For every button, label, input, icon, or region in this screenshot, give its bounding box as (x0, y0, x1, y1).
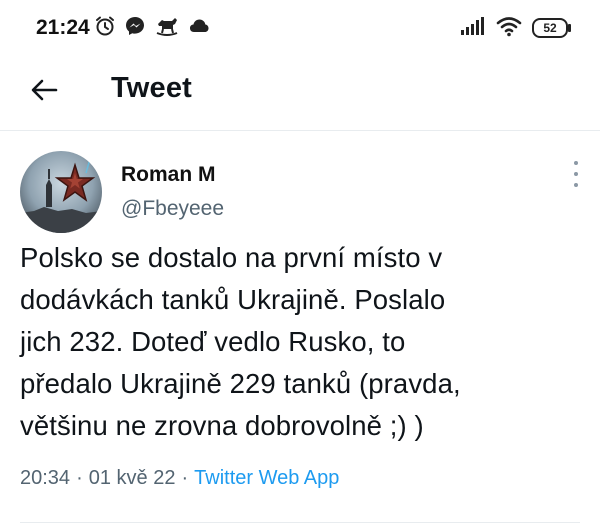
author-display-name[interactable]: Roman M (121, 163, 216, 187)
dot (574, 183, 578, 187)
back-button[interactable] (24, 72, 64, 112)
battery-icon: 52 (532, 18, 571, 38)
status-bar: 21:24 52 (0, 0, 600, 56)
dot (574, 161, 578, 165)
tweet-source-link[interactable]: Twitter Web App (194, 467, 339, 490)
avatar[interactable] (20, 151, 102, 233)
tweet-date[interactable]: 01 kvě 22 (89, 467, 176, 490)
rocking-horse-icon (154, 15, 180, 42)
cloud-icon (188, 15, 210, 42)
messenger-icon (124, 15, 146, 42)
status-time: 21:24 (36, 16, 90, 39)
tweet-time[interactable]: 20:34 (20, 467, 70, 490)
more-options-button[interactable] (568, 161, 584, 187)
tweet-text-line: předalo Ukrajině 229 tanků (pravda, (20, 368, 461, 399)
divider (20, 522, 580, 523)
tweet-meta: 20:34 · 01 kvě 22 · Twitter Web App (20, 467, 339, 490)
dot (574, 172, 578, 176)
notification-icons (94, 15, 210, 42)
arrow-left-icon (30, 78, 58, 107)
signal-icon (460, 16, 486, 41)
tweet-text-line: Polsko se dostalo na první místo v (20, 242, 443, 273)
meta-separator: · (181, 467, 189, 489)
app-header: Tweet (0, 56, 600, 131)
tweet-text: Polsko se dostalo na první místo v dodáv… (20, 237, 580, 447)
tweet-text-line: jich 232. Doteď vedlo Rusko, to (20, 326, 406, 357)
tweet-text-line: většinu ne zrovna dobrovolně ;) ) (20, 410, 424, 441)
tweet: Roman M @Fbeyeee Polsko se dostalo na pr… (0, 131, 600, 532)
tweet-text-line: dodávkách tanků Ukrajině. Poslalo (20, 284, 446, 315)
meta-separator: · (76, 467, 83, 489)
system-icons: 52 (460, 15, 571, 42)
page-title: Tweet (111, 72, 193, 104)
author-handle[interactable]: @Fbeyeee (121, 197, 224, 221)
wifi-icon (496, 15, 522, 42)
battery-level: 52 (543, 21, 557, 35)
alarm-icon (94, 15, 116, 42)
